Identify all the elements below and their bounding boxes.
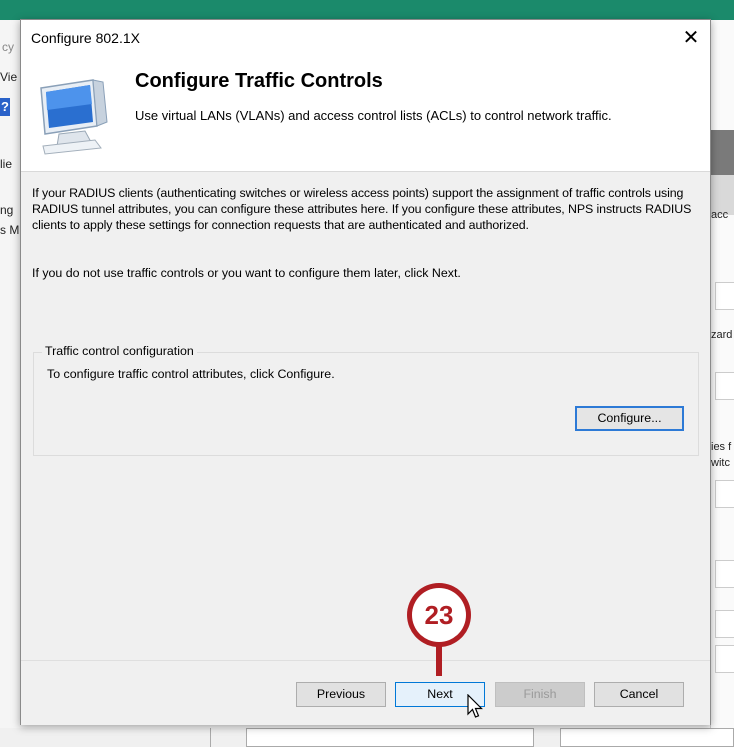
bg-text-fragment: cy — [2, 40, 14, 54]
cancel-button[interactable]: Cancel — [594, 682, 684, 707]
bg-field — [560, 728, 734, 747]
description-paragraph: If your RADIUS clients (authenticating s… — [32, 186, 692, 232]
close-button[interactable]: ✕ — [673, 22, 709, 54]
bg-field — [715, 645, 734, 673]
finish-button: Finish — [495, 682, 585, 707]
background-right-pane: acc zard ies f witc — [710, 20, 734, 747]
bg-text-fragment: zard — [711, 329, 733, 341]
page-subtitle: Use virtual LANs (VLANs) and access cont… — [135, 108, 612, 123]
groupbox-text: To configure traffic control attributes,… — [47, 367, 335, 381]
bg-divider — [210, 728, 211, 747]
bg-text-fragment: ies f — [711, 441, 732, 453]
bg-text-fragment: Vie — [0, 70, 18, 84]
previous-button[interactable]: Previous — [296, 682, 386, 707]
wizard-footer: Previous Next Finish Cancel — [21, 660, 710, 725]
bg-field — [715, 560, 734, 588]
bg-text-fragment: ng — [0, 203, 14, 217]
bg-dark-band — [711, 130, 734, 175]
page-title: Configure Traffic Controls — [135, 70, 383, 92]
help-icon[interactable]: ? — [0, 98, 10, 116]
step-callout-badge: 23 — [407, 583, 471, 647]
bg-text-fragment: lie — [0, 157, 13, 171]
background-statusbar — [0, 728, 734, 747]
step-number: 23 — [412, 588, 466, 642]
groupbox-label: Traffic control configuration — [42, 344, 197, 358]
traffic-control-groupbox: Traffic control configuration To configu… — [33, 344, 699, 456]
dialog-titlebar: Configure 802.1X ✕ — [21, 20, 710, 56]
dialog-title: Configure 802.1X — [31, 30, 140, 46]
mouse-cursor-icon — [467, 694, 483, 718]
network-computer-icon — [40, 79, 108, 155]
configure-button[interactable]: Configure... — [575, 406, 684, 431]
bg-field — [715, 610, 734, 638]
instruction-paragraph: If you do not use traffic controls or yo… — [32, 266, 461, 280]
configure-8021x-dialog: Configure 802.1X ✕ Configure Traffic Con… — [20, 19, 711, 725]
app-header-bar — [0, 0, 734, 20]
bg-field — [246, 728, 534, 747]
bg-dropdown — [715, 372, 734, 400]
bg-field — [715, 480, 734, 508]
bg-field — [715, 282, 734, 310]
bg-text-fragment: acc — [711, 209, 729, 221]
bg-text-fragment: s M — [0, 223, 20, 237]
wizard-body: If your RADIUS clients (authenticating s… — [21, 171, 710, 661]
bg-text-fragment: witc — [711, 457, 730, 469]
